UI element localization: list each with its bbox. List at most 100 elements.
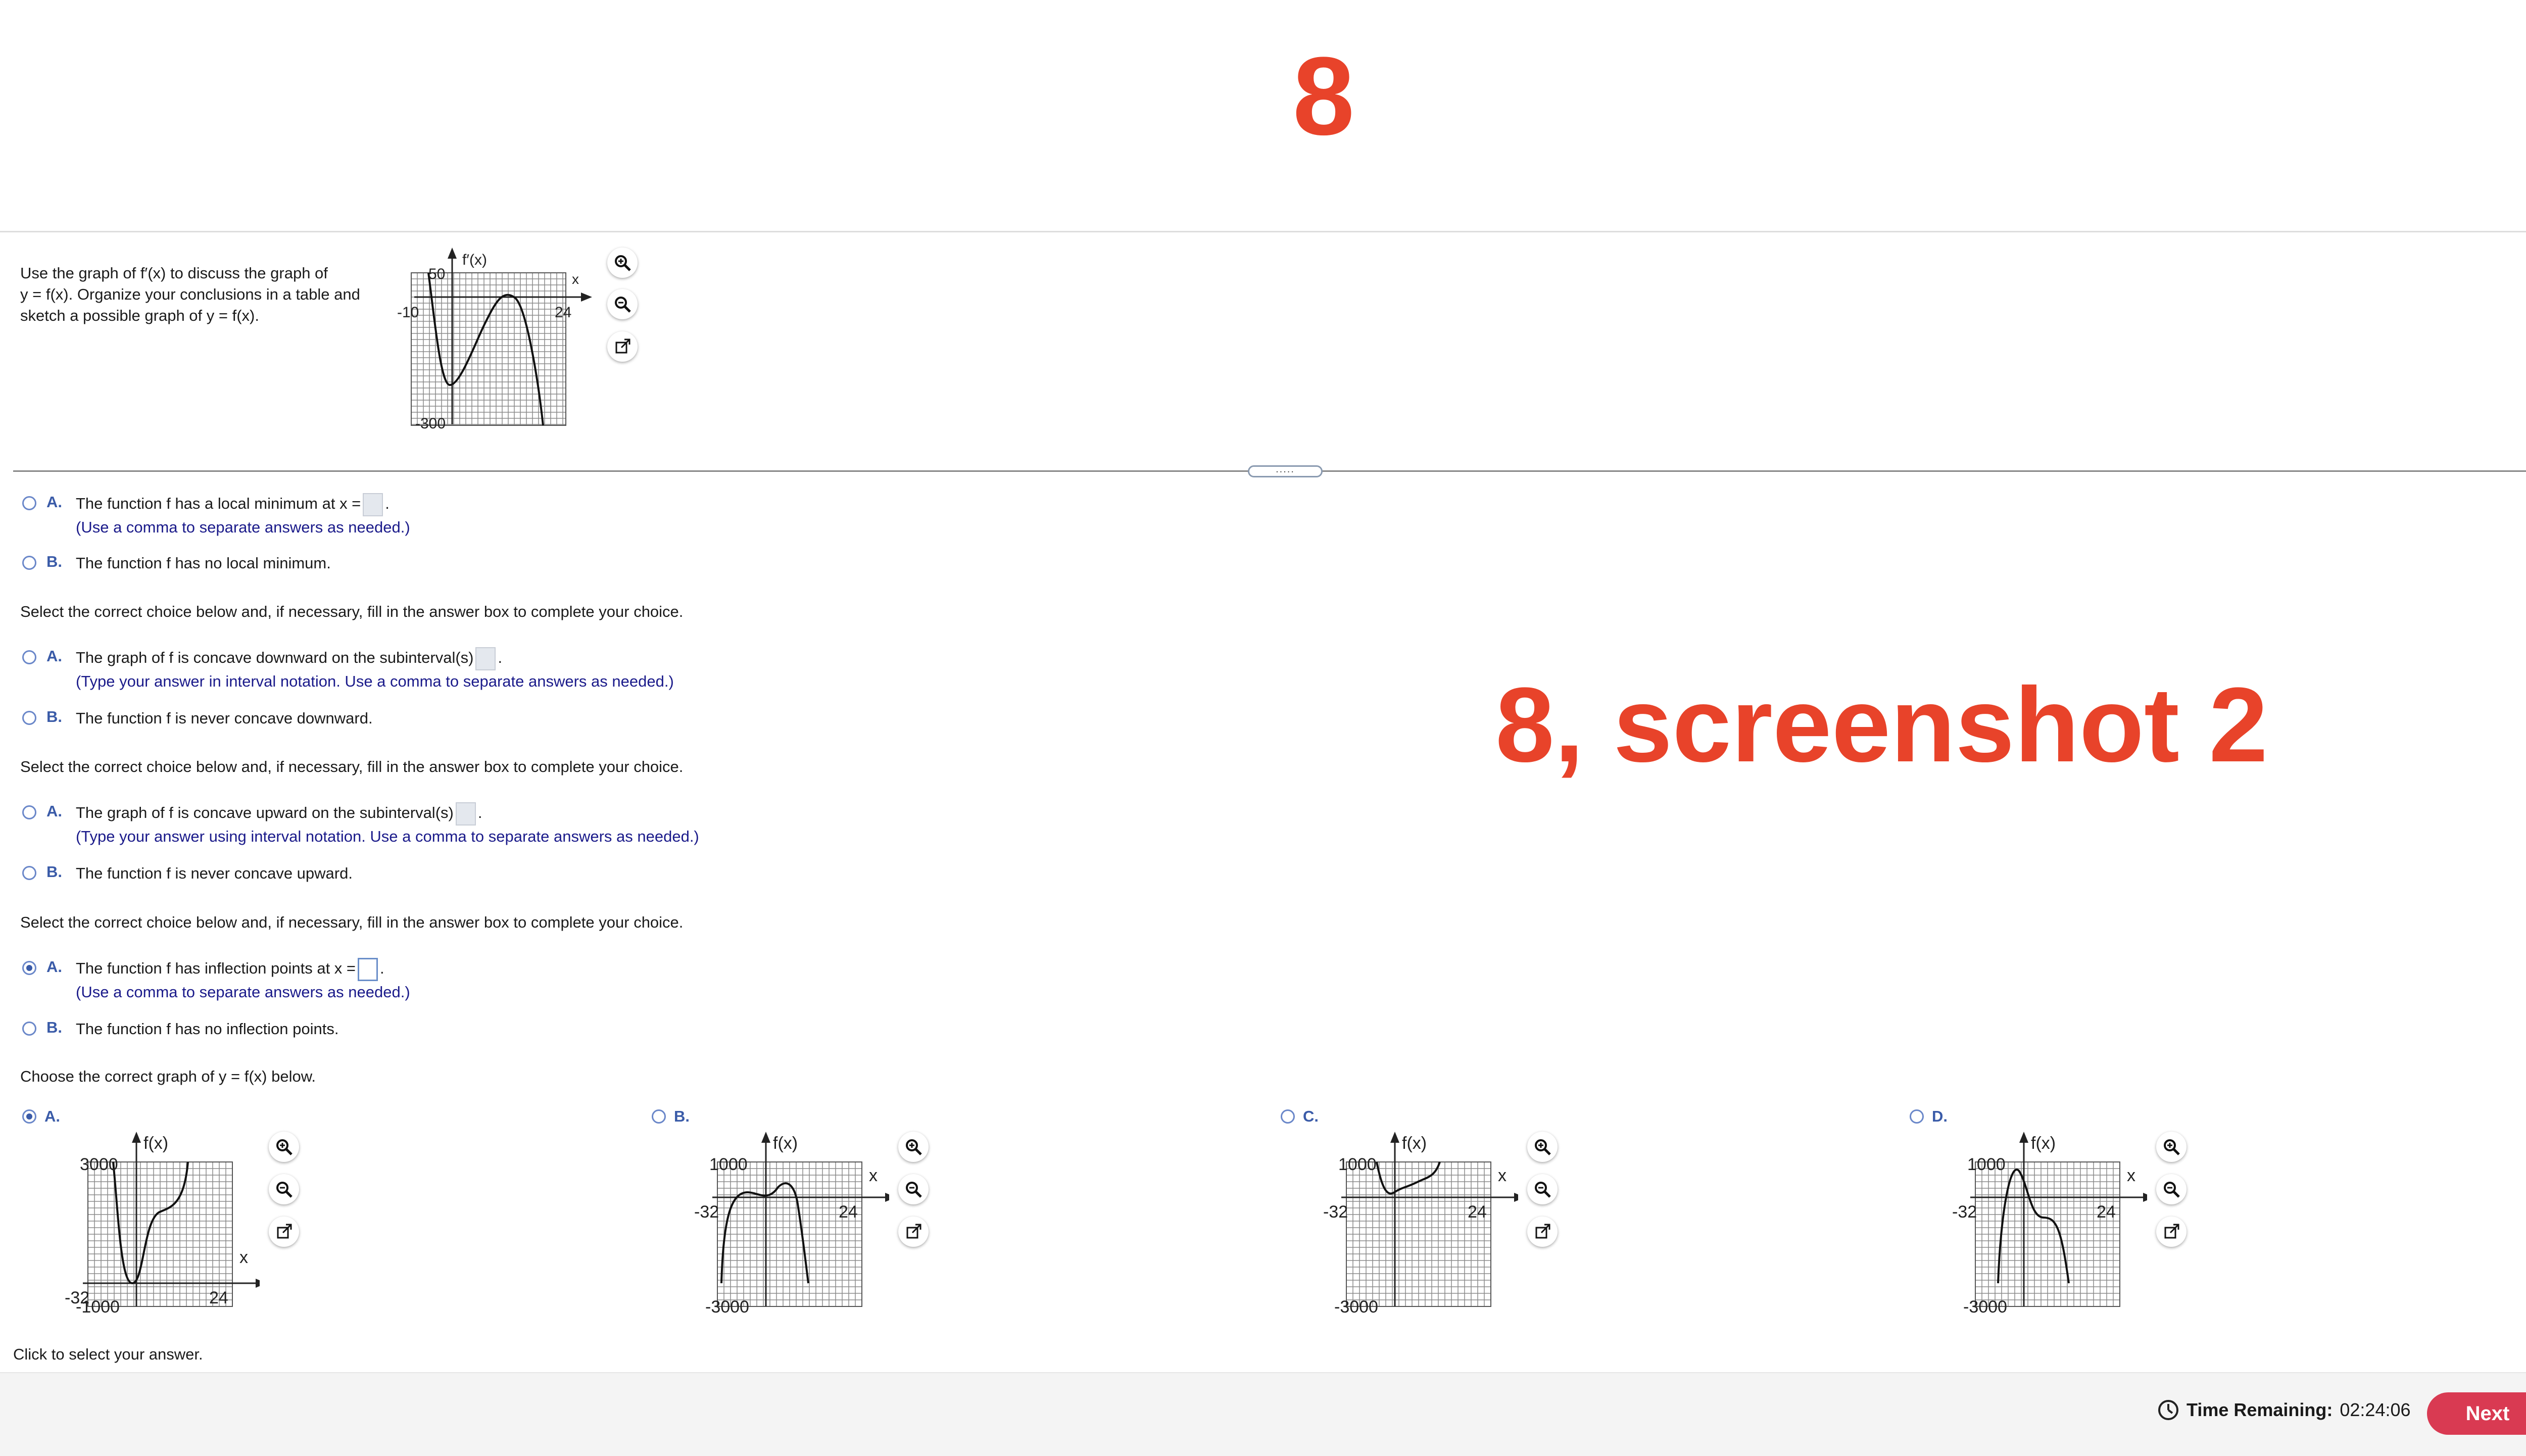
- option-letter[interactable]: B.: [46, 1018, 62, 1037]
- answer-input-box[interactable]: [363, 493, 383, 516]
- graph-xmin-label: -32: [1323, 1202, 1348, 1222]
- graph-ybottom-label: -1000: [76, 1297, 120, 1317]
- part-instruction: Select the correct choice below and, if …: [20, 758, 684, 775]
- footer-bar: [0, 1372, 2526, 1456]
- graph-ymin-label: -300: [415, 415, 446, 432]
- option-radio[interactable]: [22, 866, 36, 880]
- x-axis-arrow: [581, 293, 592, 302]
- graph-option-curve: [720, 1182, 809, 1284]
- option-radio[interactable]: [22, 1022, 36, 1036]
- option-text: The function f has no inflection points.: [76, 1020, 339, 1038]
- option-radio[interactable]: [22, 650, 36, 664]
- zoom-out-button[interactable]: [2156, 1174, 2187, 1204]
- option-radio[interactable]: [22, 961, 36, 975]
- option-hint: (Type your answer using interval notatio…: [76, 828, 699, 845]
- graph-ylabel: f(x): [1402, 1134, 1427, 1153]
- graph-ylabel: f(x): [143, 1134, 168, 1153]
- derivative-graph: f′(x) x -10 24 50 -300: [397, 248, 592, 432]
- x-axis-arrow: [885, 1193, 889, 1202]
- graph-ylabel: f′(x): [462, 252, 487, 268]
- graph-option-radio[interactable]: [652, 1109, 666, 1124]
- click-hint: Click to select your answer.: [13, 1345, 203, 1363]
- graph-option-letter[interactable]: C.: [1303, 1107, 1319, 1126]
- option-hint: (Type your answer in interval notation. …: [76, 672, 674, 690]
- pop-out-button[interactable]: [607, 331, 638, 362]
- option-text-line: The function f has a local minimum at x …: [76, 493, 390, 516]
- graph-ytop-label: 3000: [80, 1155, 118, 1174]
- zoom-out-button[interactable]: [607, 289, 638, 319]
- pop-out-button[interactable]: [898, 1217, 929, 1247]
- option-letter[interactable]: B.: [46, 863, 62, 881]
- option-text: The function f is never concave downward…: [76, 709, 373, 727]
- option-letter[interactable]: B.: [46, 553, 62, 571]
- grid-border: [411, 272, 566, 426]
- option-text: The graph of f is concave upward on the …: [76, 804, 454, 822]
- zoom-in-button[interactable]: [2156, 1132, 2187, 1162]
- graph-option-chart[interactable]: f(x) x -32 24 1000 -3000: [1935, 1132, 2147, 1324]
- zoom-out-button[interactable]: [269, 1174, 299, 1204]
- graph-option-letter[interactable]: D.: [1932, 1107, 1948, 1126]
- zoom-in-icon: [1535, 1139, 1551, 1155]
- option-text-line: The function f is never concave downward…: [76, 708, 373, 729]
- graph-xmax-label: 24: [555, 304, 571, 321]
- graph-option-radio[interactable]: [22, 1109, 36, 1124]
- graph-option-letter[interactable]: B.: [674, 1107, 690, 1126]
- zoom-in-button[interactable]: [269, 1132, 299, 1162]
- option-letter[interactable]: A.: [46, 958, 62, 976]
- zoom-out-button[interactable]: [898, 1174, 929, 1204]
- banner-divider: [0, 231, 2526, 232]
- part-instruction: Select the correct choice below and, if …: [20, 603, 684, 620]
- option-radio[interactable]: [22, 711, 36, 725]
- pop-out-button[interactable]: [1527, 1217, 1558, 1247]
- next-button[interactable]: Next: [2427, 1392, 2526, 1435]
- option-letter[interactable]: A.: [46, 802, 62, 820]
- y-axis-arrow: [2019, 1132, 2028, 1143]
- option-radio[interactable]: [22, 496, 36, 510]
- option-radio[interactable]: [22, 556, 36, 570]
- period: .: [477, 804, 482, 822]
- zoom-in-icon: [2164, 1139, 2180, 1155]
- graph-ybottom-label: -3000: [1334, 1297, 1378, 1317]
- graph-xmax-label: 24: [1468, 1202, 1487, 1222]
- graph-xlabel: x: [572, 271, 579, 287]
- option-letter[interactable]: B.: [46, 708, 62, 726]
- x-axis-arrow: [2143, 1193, 2147, 1202]
- answer-input-box[interactable]: [475, 647, 496, 670]
- graph-xmax-label: 24: [2097, 1202, 2116, 1222]
- graph-option-chart[interactable]: f(x) x -32 24 1000 -3000: [677, 1132, 889, 1324]
- answer-input-box[interactable]: [455, 802, 476, 826]
- banner-number: 8: [1292, 34, 1355, 158]
- zoom-in-button[interactable]: [607, 248, 638, 278]
- pop-out-button[interactable]: [2156, 1217, 2187, 1247]
- graph-option-chart[interactable]: f(x) x -32 24 1000 -3000: [1306, 1132, 1518, 1324]
- graph-option-radio[interactable]: [1910, 1109, 1924, 1124]
- zoom-in-icon: [615, 255, 631, 271]
- zoom-in-button[interactable]: [1527, 1132, 1558, 1162]
- zoom-out-button[interactable]: [1527, 1174, 1558, 1204]
- period: .: [380, 959, 384, 978]
- graph-xmax-label: 24: [209, 1288, 228, 1307]
- x-axis-arrow: [256, 1279, 260, 1288]
- graph-ylabel: f(x): [2031, 1134, 2056, 1153]
- prompt-line: y = f(x). Organize your conclusions in a…: [20, 285, 360, 303]
- option-text: The function f has inflection points at …: [76, 959, 356, 978]
- graph-option-radio[interactable]: [1281, 1109, 1295, 1124]
- option-text-line: The graph of f is concave upward on the …: [76, 802, 482, 826]
- option-hint: (Use a comma to separate answers as need…: [76, 983, 410, 1001]
- pop-out-button[interactable]: [269, 1217, 299, 1247]
- answer-input-box[interactable]: [358, 958, 378, 981]
- option-letter[interactable]: A.: [46, 647, 62, 665]
- zoom-out-icon: [906, 1182, 922, 1198]
- splitter-handle[interactable]: .....: [1248, 464, 1323, 477]
- prompt-line: Use the graph of f′(x) to discuss the gr…: [20, 264, 328, 282]
- graph-ybottom-label: -3000: [1963, 1297, 2007, 1317]
- graph-xmin-label: -32: [694, 1202, 719, 1222]
- pop-out-icon: [1535, 1224, 1550, 1239]
- option-letter[interactable]: A.: [46, 493, 62, 511]
- graph-option-chart[interactable]: f(x)x-32 243000-1000: [47, 1132, 260, 1324]
- zoom-in-button[interactable]: [898, 1132, 929, 1162]
- zoom-out-icon: [276, 1182, 293, 1198]
- graph-ymax-label: 50: [428, 266, 445, 282]
- option-radio[interactable]: [22, 805, 36, 819]
- graph-option-letter[interactable]: A.: [44, 1107, 60, 1126]
